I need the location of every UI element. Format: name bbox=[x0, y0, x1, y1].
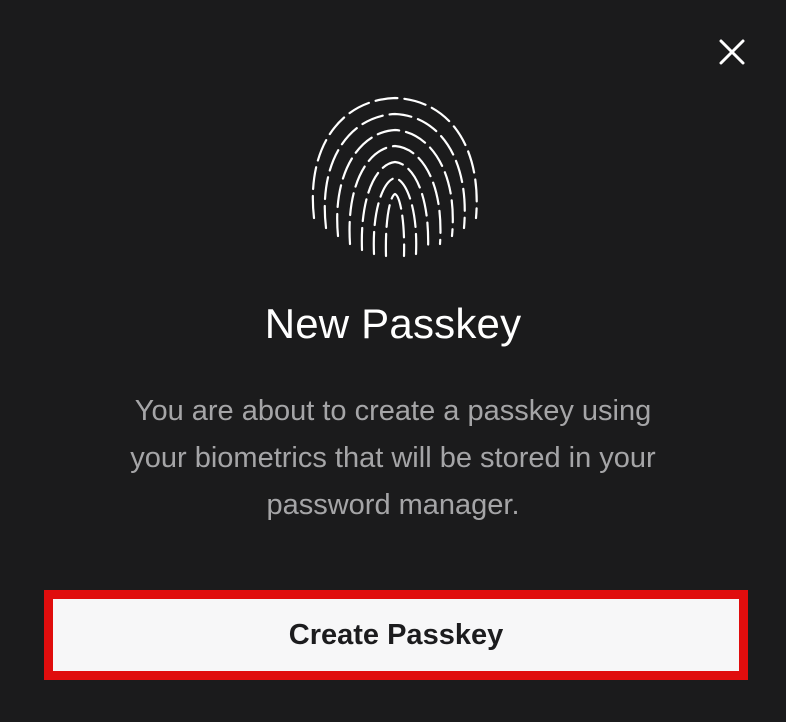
close-button[interactable] bbox=[712, 32, 752, 72]
passkey-dialog: New Passkey You are about to create a pa… bbox=[0, 0, 786, 722]
fingerprint-icon bbox=[311, 96, 478, 258]
dialog-description: You are about to create a passkey using … bbox=[130, 395, 656, 521]
close-icon bbox=[719, 39, 745, 65]
create-passkey-button[interactable]: Create Passkey bbox=[53, 599, 739, 671]
dialog-title: New Passkey bbox=[264, 300, 522, 347]
